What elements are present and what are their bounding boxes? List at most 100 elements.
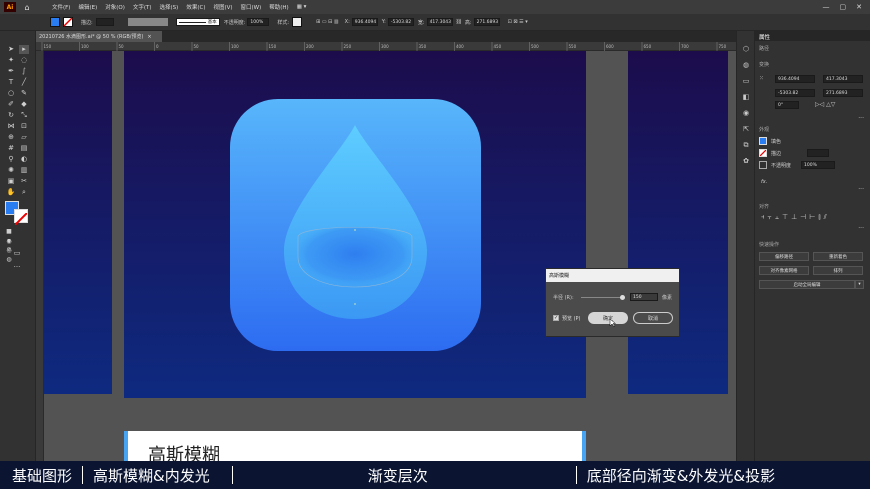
hand-tool-icon[interactable]: ✋ [6, 188, 16, 197]
arrange-button[interactable]: 排列 [813, 266, 863, 275]
blend-tool-icon[interactable]: ◐ [19, 155, 29, 164]
menu-type[interactable]: 文字(T) [129, 3, 156, 11]
menu-window[interactable]: 窗口(W) [237, 3, 266, 11]
layers-icon[interactable]: ◧ [741, 89, 751, 105]
minimize-button[interactable]: — [823, 3, 830, 11]
cancel-button[interactable]: 取消 [633, 312, 673, 324]
preview-checkbox[interactable]: ✓ [553, 315, 559, 321]
horizontal-ruler[interactable]: 150 100 50 0 50 100 150 200 250 300 350 400 450 500 55… [36, 42, 736, 51]
appearance-more-icon[interactable]: ··· [858, 186, 864, 193]
stroke-color-icon[interactable] [14, 209, 28, 226]
appearance-icon[interactable]: ◉ [741, 105, 751, 121]
transparency-panel-icon[interactable]: ◍ [741, 57, 751, 73]
global-edit-button[interactable]: 启动全局编辑 [759, 280, 855, 289]
reference-point-icon[interactable]: ⁙ [759, 75, 764, 82]
menu-object[interactable]: 对象(O) [101, 3, 129, 11]
workspace-icon[interactable]: ▦ ▾ [293, 4, 311, 10]
brush-definition[interactable]: 基本 [175, 18, 220, 26]
radius-input[interactable]: 150 [630, 293, 658, 301]
magic-wand-icon[interactable]: ✦ [6, 56, 16, 65]
prop-w-field[interactable]: 417.3043 [823, 75, 863, 83]
document-tab[interactable]: 20210726 水滴图形.ai* @ 50 % (RGB/预览) × [36, 31, 162, 42]
prop-stroke-swatch[interactable] [759, 149, 767, 157]
direct-selection-tool-icon[interactable]: ▸ [19, 45, 29, 54]
eyedropper-icon[interactable]: ⚲ [6, 155, 16, 164]
pen-tool-icon[interactable]: ✒ [6, 67, 16, 76]
flip-icons[interactable]: ▷◁ △▽ [815, 101, 835, 108]
artboard-tool-icon[interactable]: ▣ [6, 177, 16, 186]
menu-file[interactable]: 文件(F) [48, 3, 74, 11]
libraries-icon[interactable]: ▭ [741, 73, 751, 89]
symbols-icon[interactable]: ✿ [741, 153, 751, 169]
fill-swatch[interactable] [50, 17, 60, 27]
align-more-icon[interactable]: ··· [858, 225, 864, 232]
menu-help[interactable]: 帮助(H) [265, 3, 292, 11]
rotate-angle-field[interactable]: 0° [775, 101, 799, 109]
graphic-style-swatch[interactable] [292, 17, 303, 27]
menu-edit[interactable]: 编辑(E) [74, 3, 101, 11]
ellipse-tool-icon[interactable]: ○ [6, 89, 16, 98]
prop-x-field[interactable]: 936.4094 [775, 75, 815, 83]
zoom-tool-icon[interactable]: ⌕ [19, 188, 29, 197]
shape-builder-icon[interactable]: ⊕ [6, 133, 16, 142]
more-tools-icon[interactable]: ··· [12, 263, 22, 272]
selection-tool-icon[interactable]: ➤ [6, 45, 16, 54]
scale-tool-icon[interactable]: ⤡ [19, 111, 29, 120]
water-drop-artwork[interactable] [230, 99, 481, 351]
gradient-panel-icon[interactable]: ⬡ [741, 41, 751, 57]
curvature-tool-icon[interactable]: ∫ [19, 67, 29, 76]
tab-properties[interactable]: 属性 [759, 33, 770, 41]
more-options-icon[interactable]: ··· [858, 115, 864, 122]
color-mode-icon[interactable]: ■ ▪ ⊘ [4, 227, 14, 253]
prop-fill-swatch[interactable] [759, 137, 767, 145]
slice-tool-icon[interactable]: ✂ [19, 177, 29, 186]
opacity-field[interactable]: 100% [247, 18, 270, 26]
prop-h-field[interactable]: 271.6893 [823, 89, 863, 97]
screen-mode-icon[interactable]: ▭ [12, 249, 22, 258]
menu-view[interactable]: 视图(V) [209, 3, 236, 11]
ok-button[interactable]: 确定 [588, 312, 628, 324]
stroke-swatch[interactable] [63, 17, 73, 27]
lasso-icon[interactable]: ◌ [19, 56, 29, 65]
recolor-button[interactable]: 重新着色 [813, 252, 863, 261]
radius-slider-thumb[interactable] [620, 295, 626, 300]
prop-y-field[interactable]: -5303.82 [775, 89, 815, 97]
vertical-ruler[interactable] [36, 51, 44, 461]
opacity-input[interactable]: 100% [801, 161, 835, 169]
eraser-icon[interactable]: ◆ [19, 100, 29, 109]
offset-path-button[interactable]: 偏移路径 [759, 252, 809, 261]
export-icon[interactable]: ⇱ [741, 121, 751, 137]
paintbrush-icon[interactable]: ✎ [19, 89, 29, 98]
align-pixel-grid-button[interactable]: 对齐像素网格 [759, 266, 809, 275]
variable-width-profile[interactable] [127, 18, 168, 26]
h-field[interactable]: 271.6893 [473, 18, 500, 26]
graph-tool-icon[interactable]: ▥ [19, 166, 29, 175]
free-transform-icon[interactable]: ⊡ [19, 122, 29, 131]
draw-mode-icon[interactable]: ◉ ◎ ◍ [4, 237, 14, 263]
mesh-tool-icon[interactable]: # [6, 144, 16, 153]
perspective-grid-icon[interactable]: ▱ [19, 133, 29, 142]
x-field[interactable]: 936.4094 [351, 18, 378, 26]
maximize-button[interactable]: ▢ [840, 3, 847, 11]
swatches-icon[interactable]: ⧉ [741, 137, 751, 153]
menu-effect[interactable]: 效果(C) [182, 3, 209, 11]
close-tab-icon[interactable]: × [147, 34, 151, 40]
shaper-tool-icon[interactable]: ✐ [6, 100, 16, 109]
rotate-tool-icon[interactable]: ↻ [6, 111, 16, 120]
menu-select[interactable]: 选择(S) [156, 3, 183, 11]
transform-icons[interactable]: ⊡ ⊠ ☰ ▾ [508, 19, 528, 25]
link-icon[interactable]: ⛓ [456, 19, 462, 25]
y-field[interactable]: -5303.82 [387, 18, 414, 26]
width-tool-icon[interactable]: ⋈ [6, 122, 16, 131]
align-buttons-icon[interactable]: ⫞⫟⫠⊤⊥⊣⊢⫾⫽ [761, 213, 830, 222]
w-field[interactable]: 417.3043 [426, 18, 453, 26]
align-icons[interactable]: ⊞ ▭ ⊟ ▥ [316, 19, 339, 25]
stroke-weight-field[interactable] [95, 18, 114, 26]
radius-slider[interactable] [581, 295, 626, 300]
home-icon[interactable]: ⌂ [20, 1, 34, 13]
close-button[interactable]: ✕ [856, 3, 862, 11]
line-tool-icon[interactable]: ╱ [19, 78, 29, 87]
symbol-sprayer-icon[interactable]: ✺ [6, 166, 16, 175]
gradient-tool-icon[interactable]: ▤ [19, 144, 29, 153]
fx-icon[interactable]: fx. [761, 179, 767, 185]
